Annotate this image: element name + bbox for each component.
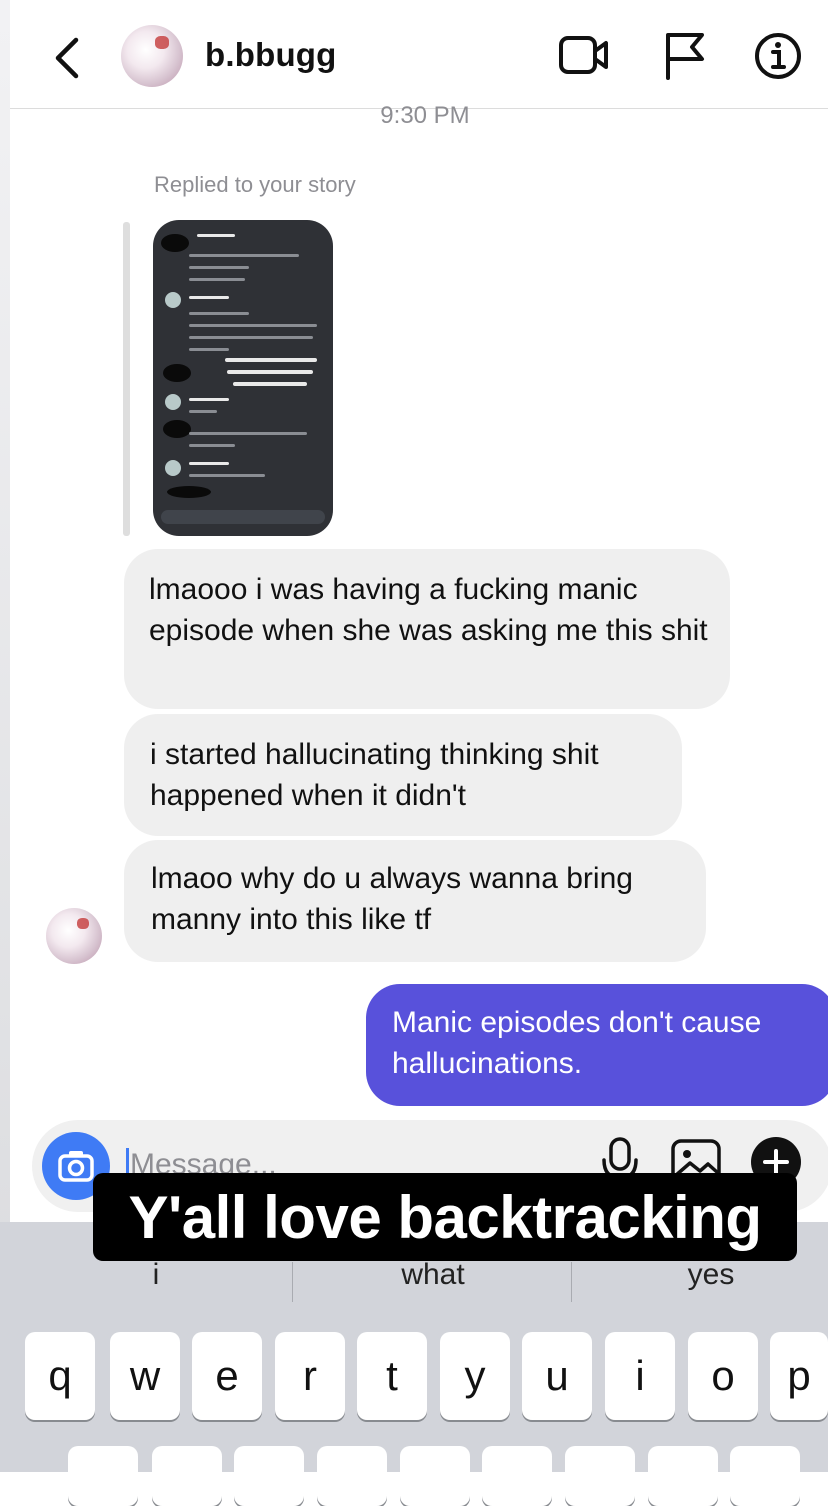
story-caption-line bbox=[225, 358, 317, 362]
story-text-line bbox=[189, 348, 229, 351]
key[interactable] bbox=[565, 1446, 635, 1506]
suggestion-2[interactable]: what bbox=[295, 1258, 571, 1292]
message-text: Manic episodes don't cause hallucination… bbox=[392, 1006, 762, 1080]
key[interactable] bbox=[152, 1446, 222, 1506]
story-text-line bbox=[189, 444, 235, 447]
story-reply-label: Replied to your story bbox=[154, 172, 356, 197]
story-avatar bbox=[165, 292, 181, 308]
info-icon[interactable] bbox=[752, 30, 804, 82]
story-message-bar bbox=[161, 510, 325, 524]
story-avatar bbox=[165, 460, 181, 476]
suggestion-3[interactable]: yes bbox=[573, 1258, 828, 1292]
username[interactable]: b.bbugg bbox=[205, 36, 337, 74]
story-caption-line bbox=[227, 370, 313, 374]
key[interactable] bbox=[234, 1446, 304, 1506]
story-text-line bbox=[189, 462, 229, 465]
story-text-line bbox=[189, 432, 307, 435]
message-bubble-incoming[interactable]: lmaooo i was having a fucking manic epis… bbox=[124, 549, 730, 709]
key-u[interactable]: u bbox=[522, 1332, 592, 1420]
key-y[interactable]: y bbox=[440, 1332, 510, 1420]
story-text-line bbox=[189, 266, 249, 269]
key[interactable] bbox=[730, 1446, 800, 1506]
story-text-line bbox=[189, 324, 317, 327]
message-text: lmaoo why do u always wanna bring manny … bbox=[151, 862, 633, 936]
story-text-line bbox=[189, 296, 229, 299]
message-text: lmaooo i was having a fucking manic epis… bbox=[149, 573, 708, 647]
key-w[interactable]: w bbox=[110, 1332, 180, 1420]
story-text-line bbox=[189, 312, 249, 315]
message-bubble-incoming[interactable]: lmaoo why do u always wanna bring manny … bbox=[124, 840, 706, 962]
key[interactable] bbox=[68, 1446, 138, 1506]
scribble-redaction bbox=[163, 420, 191, 438]
suggestion-1[interactable]: i bbox=[18, 1258, 294, 1292]
key[interactable] bbox=[317, 1446, 387, 1506]
story-text-line bbox=[189, 410, 217, 413]
suggestion-divider bbox=[292, 1262, 293, 1302]
video-camera-icon[interactable] bbox=[558, 30, 610, 82]
story-caption-line bbox=[233, 382, 307, 386]
key-r[interactable]: r bbox=[275, 1332, 345, 1420]
story-thumbnail[interactable] bbox=[153, 220, 333, 536]
message-bubble-outgoing[interactable]: Manic episodes don't cause hallucination… bbox=[366, 984, 828, 1106]
story-avatar bbox=[165, 394, 181, 410]
suggestion-divider bbox=[571, 1262, 572, 1302]
story-text-line bbox=[189, 278, 245, 281]
avatar[interactable] bbox=[46, 908, 102, 964]
chevron-left-icon[interactable] bbox=[48, 36, 88, 80]
key[interactable] bbox=[648, 1446, 718, 1506]
story-text-line bbox=[189, 254, 299, 257]
flag-icon[interactable] bbox=[660, 30, 712, 82]
key[interactable] bbox=[482, 1446, 552, 1506]
key-t[interactable]: t bbox=[357, 1332, 427, 1420]
key-e[interactable]: e bbox=[192, 1332, 262, 1420]
story-text-line bbox=[189, 336, 313, 339]
message-text: i started hallucinating thinking shit ha… bbox=[150, 738, 599, 812]
scribble-redaction bbox=[163, 364, 191, 382]
key-p[interactable]: p bbox=[770, 1332, 828, 1420]
story-text-line bbox=[189, 398, 229, 401]
reply-quote-bar bbox=[123, 222, 130, 536]
key-q[interactable]: q bbox=[25, 1332, 95, 1420]
story-header-line bbox=[197, 234, 235, 237]
avatar[interactable] bbox=[121, 25, 183, 87]
message-bubble-incoming[interactable]: i started hallucinating thinking shit ha… bbox=[124, 714, 682, 836]
key-o[interactable]: o bbox=[688, 1332, 758, 1420]
scribble-redaction bbox=[167, 486, 211, 498]
timestamp: 9:30 PM bbox=[380, 102, 470, 129]
scribble-redaction bbox=[161, 234, 189, 252]
overlay-caption: Y'all love backtracking bbox=[93, 1173, 797, 1261]
key[interactable] bbox=[400, 1446, 470, 1506]
story-text-line bbox=[189, 474, 265, 477]
key-i[interactable]: i bbox=[605, 1332, 675, 1420]
